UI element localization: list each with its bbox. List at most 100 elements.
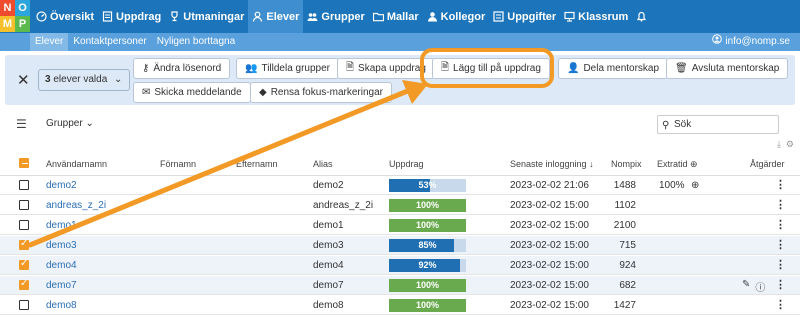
user-icon [712,33,723,51]
table-row[interactable]: andreas_z_2i andreas_z_2i 100% 2023-02-02 1… [0,196,800,215]
row-menu-icon[interactable]: ⋮ [775,198,786,211]
highlight-ring [420,48,554,88]
last-login-cell: 2023-02-02 15:00 [510,200,589,211]
nav-item-klassrum[interactable]: Klassrum [560,0,632,33]
edit-icon[interactable]: ✎ [742,279,750,294]
nomp-logo[interactable]: N O M P [0,0,30,33]
assignment-progress-bar: 100% [389,219,466,232]
username-link[interactable]: andreas_z_2i [46,200,106,211]
row-checkbox[interactable] [19,300,29,310]
filter-icon[interactable]: ☰ [16,117,27,131]
select-all-checkbox[interactable] [19,158,29,168]
row-menu-icon[interactable]: ⋮ [775,238,786,251]
column-header-assignment[interactable]: Uppdrag [389,159,424,169]
username-link[interactable]: demo2 [46,180,77,191]
notifications-button[interactable] [632,0,651,33]
button-label: Ändra lösenord [153,63,222,74]
column-header-lastname[interactable]: Efternamn [236,159,278,169]
nav-item-uppdrag[interactable]: Uppdrag [98,0,165,33]
column-header-last-login[interactable]: Senaste inloggning ↓ [510,159,594,169]
username-link[interactable]: demo7 [46,280,77,291]
column-header-actions: Åtgärder [750,159,785,169]
row-menu-icon[interactable]: ⋮ [775,178,786,191]
assignment-progress-bar: 53% [389,179,466,192]
info-icon[interactable]: ⓘ [755,279,765,294]
share-mentorship-button[interactable]: 👤 Dela mentorskap [558,58,669,79]
column-header-nompix[interactable]: Nompix [611,159,642,169]
column-header-label: Senaste inloggning [510,159,587,169]
username-link[interactable]: demo4 [46,260,77,271]
assign-groups-button[interactable]: 👥 Tilldela grupper [236,58,340,79]
username-link[interactable]: demo8 [46,300,77,311]
nav-item-grupper[interactable]: Grupper [303,0,368,33]
eraser-icon: ◆ [259,87,267,98]
nav-item-uppgifter[interactable]: Uppgifter [489,0,560,33]
nav-item-kollegor[interactable]: Kollegor [423,0,490,33]
alias-cell: demo8 [313,300,344,311]
nav-item-utmaningar[interactable]: Utmaningar [165,0,248,33]
alias-cell: andreas_z_2i [313,200,374,211]
filter-row: ☰ Grupper ⌄ ⚲ Sök [0,112,800,137]
bell-icon [636,11,647,22]
logo-letter: N [0,0,15,16]
nav-item-elever[interactable]: Elever [248,0,304,33]
table-row[interactable]: demo2 demo2 53% 2023-02-02 21:06 1488 100% ⊕ ⋮ [0,176,800,195]
table-row[interactable]: demo7demo7100%2023-02-02 15:00682✎ⓘ⋮ [0,276,800,295]
user-menu[interactable]: info@nomp.se [712,33,790,51]
column-header-firstname[interactable]: Förnamn [160,159,196,169]
row-checkbox[interactable] [19,258,29,270]
download-icon[interactable]: ⤓ [777,139,781,150]
main-nav: Översikt Uppdrag Utmaningar Elever Grupp… [32,0,651,33]
chevron-down-icon: ⌄ [85,118,94,129]
row-checkbox[interactable] [19,238,29,250]
groups-icon: 👥 [245,63,258,74]
row-menu-icon[interactable]: ⋮ [775,218,786,231]
column-header-alias[interactable]: Alias [313,159,333,169]
row-menu-icon[interactable]: ⋮ [775,258,786,271]
column-header-label: Extratid [657,159,688,169]
tab-kontaktpersoner[interactable]: Kontaktpersoner [68,33,151,51]
row-checkbox[interactable] [19,220,29,230]
nav-item-mallar[interactable]: Mallar [369,0,423,33]
nav-item-label: Elever [266,10,300,23]
nav-item-oversikt[interactable]: Översikt [32,0,98,33]
end-mentorship-button[interactable]: 🗑 Avsluta mentorskap [666,58,789,79]
sub-navbar: Elever Kontaktpersoner Nyligen borttagna… [0,33,800,51]
tab-elever[interactable]: Elever [30,33,69,51]
table-row[interactable]: demo1 demo1 100% 2023-02-02 15:00 2100 ⋮ [0,216,800,235]
table-row[interactable]: demo8 demo8 100% 2023-02-02 15:00 1427 ⋮ [0,296,800,315]
assignment-progress-bar: 100% [389,299,466,312]
groups-dropdown[interactable]: Grupper ⌄ [46,118,94,129]
send-message-button[interactable]: ✉ Skicka meddelande [133,82,251,103]
gear-icon[interactable]: ⚙ [786,139,794,150]
trophy-icon [169,11,180,22]
username-link[interactable]: demo1 [46,220,77,231]
selected-count-dropdown[interactable]: 3 elever valda ⌄ [38,69,130,91]
row-menu-icon[interactable]: ⋮ [775,278,786,291]
tasks-icon [493,11,504,22]
row-quick-actions: ✎ ⓘ [742,279,765,294]
sort-down-icon: ↓ [589,159,594,169]
row-checkbox[interactable] [19,180,29,190]
progress-label: 92% [418,260,437,270]
nav-item-label: Grupper [321,10,365,23]
row-checkbox[interactable] [19,200,29,210]
column-header-username[interactable]: Användarnamn [46,159,107,169]
close-icon[interactable]: ✕ [17,71,30,89]
row-menu-icon[interactable]: ⋮ [775,298,786,311]
table-row[interactable]: demo3demo385%2023-02-02 15:00715⋮ [0,236,800,255]
student-icon [252,11,263,22]
document-icon: 🗎 [346,62,355,73]
change-password-button[interactable]: ⚷ Ändra lösenord [133,58,231,79]
table-row[interactable]: demo4demo492%2023-02-02 15:00924⋮ [0,256,800,275]
tab-nyligen-borttagna[interactable]: Nyligen borttagna [152,33,240,51]
column-header-extratime[interactable]: Extratid ⊕ [657,159,698,170]
clear-focus-button[interactable]: ◆ Rensa fokus-markeringar [250,82,392,103]
user-email: info@nomp.se [725,36,790,47]
table-header: Användarnamn Förnamn Efternamn Alias Upp… [0,150,800,176]
search-input[interactable]: ⚲ Sök [657,115,779,134]
nav-item-label: Mallar [386,10,419,23]
row-checkbox[interactable] [19,278,29,290]
username-link[interactable]: demo3 [46,240,77,251]
globe-icon[interactable]: ⊕ [691,180,699,191]
